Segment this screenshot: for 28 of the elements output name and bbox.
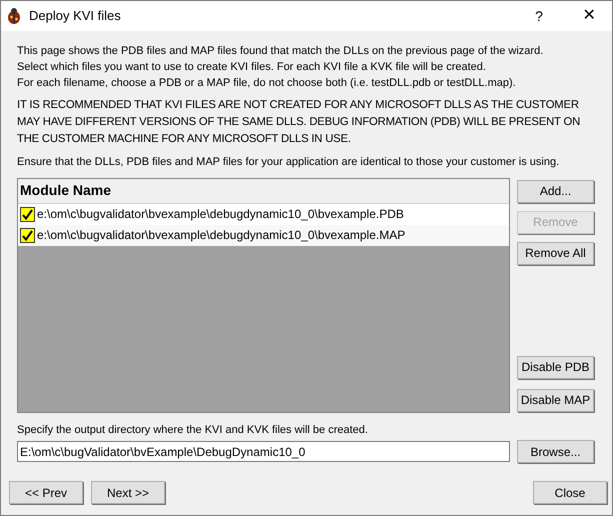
help-button[interactable]: ? (524, 1, 554, 31)
close-button[interactable]: ✕ (566, 1, 612, 31)
close-dialog-button[interactable]: Close (533, 481, 607, 504)
intro-text: For each filename, choose a PDB or a MAP file, do not choose both (i.e. testDLL.pdb or testDLL.map). (17, 76, 517, 91)
window-title: Deploy KVI files (29, 7, 121, 26)
warning-text: IT IS RECOMMENDED THAT KVI FILES ARE NOT CREATED FOR ANY MICROSOFT DLLS AS THE CUSTOMER MAY HAVE DIFFERENT VERSIONS OF THE SAME DLLS. DEBUG INFORMATION (PDB) WILL BE PRESENT ON THE CUSTOMER MACHINE FOR ANY MICROSOFT DLLS IN USE. (17, 98, 582, 147)
module-path: e:\om\c\bugvalidator\bvexample\debugdynamic10_0\bvexample.MAP (37, 227, 406, 244)
column-header: Module Name (18, 178, 509, 204)
checkbox[interactable] (20, 206, 35, 222)
output-label: Specify the output directory where the KVI and KVK files will be created. (17, 422, 369, 438)
side-button[interactable]: Disable MAP (517, 388, 594, 412)
checkmark-icon (22, 230, 33, 240)
module-row[interactable]: e:\om\c\bugvalidator\bvexample\debugdynamic10_0\bvexample.MAP (18, 224, 509, 246)
module-path: e:\om\c\bugvalidator\bvexample\debugdynamic10_0\bvexample.PDB (37, 206, 404, 223)
bug-icon (5, 7, 23, 25)
output-directory-field[interactable]: E:\om\c\bugValidator\bvExample\DebugDynamic10_0 (17, 441, 510, 462)
side-button[interactable]: Disable PDB (517, 356, 594, 378)
checkbox[interactable] (20, 228, 35, 242)
side-button[interactable]: Add... (517, 180, 594, 202)
next-button[interactable]: Next >> (91, 481, 165, 504)
checkmark-icon (22, 208, 33, 220)
module-row[interactable]: e:\om\c\bugvalidator\bvexample\debugdynamic10_0\bvexample.PDB (18, 204, 509, 224)
side-button[interactable]: Remove All (517, 242, 594, 264)
intro-text: Select which files you want to use to create KVI files. For each KVI file a KVK file will be created. (17, 60, 487, 75)
intro-text: This page shows the PDB files and MAP files found that match the DLLs on the previous page of the wizard. (17, 44, 544, 59)
browse-button[interactable]: Browse... (517, 440, 594, 463)
ensure-text: Ensure that the DLLs, PDB files and MAP files for your application are identical to those your customer is using. (17, 155, 560, 170)
prev-button[interactable]: << Prev (9, 481, 83, 504)
